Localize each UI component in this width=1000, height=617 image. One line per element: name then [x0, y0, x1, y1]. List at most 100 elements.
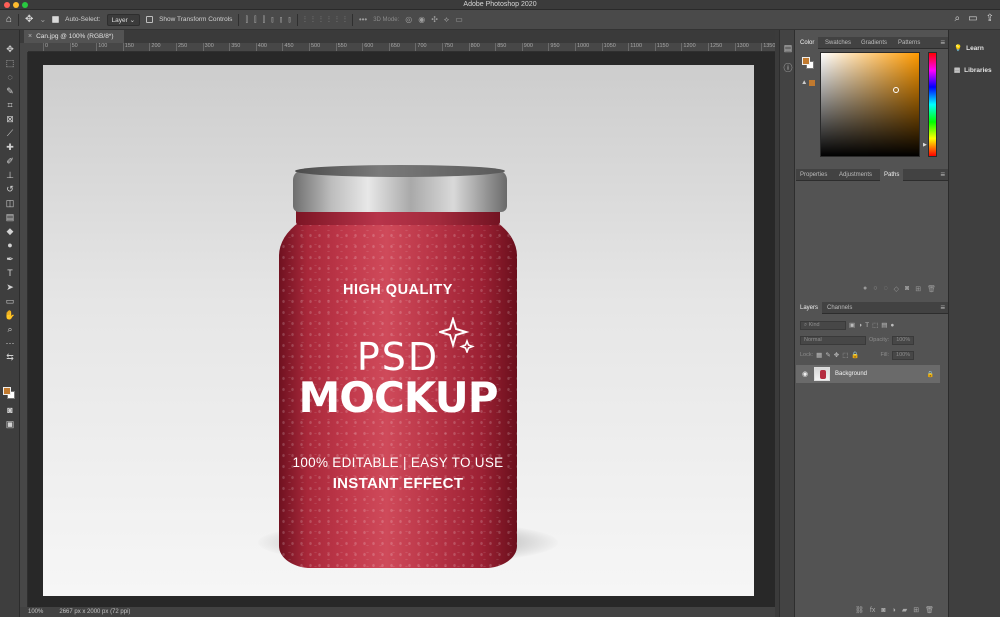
filter-adjustment-icon[interactable]: ◑ — [858, 322, 862, 329]
auto-select-target-dropdown[interactable]: Layer ⌄ — [106, 13, 141, 26]
move-tool-preset-icon[interactable]: ✥ — [25, 14, 33, 25]
quick-mask-icon[interactable]: ◙ — [2, 405, 18, 416]
frame-tool-icon[interactable]: ⊠ — [2, 114, 18, 125]
type-tool-icon[interactable]: T — [2, 268, 18, 279]
lock-all-icon[interactable]: 🔒 — [851, 351, 859, 359]
panel-menu-icon[interactable]: ≡ — [940, 37, 945, 49]
layer-kind-filter[interactable]: ⌕ Kind — [800, 320, 846, 330]
3d-scale-icon[interactable]: ▭ — [455, 15, 463, 24]
hue-slider-arrow-icon[interactable]: ▶ — [923, 142, 927, 148]
dodge-tool-icon[interactable]: ● — [2, 240, 18, 251]
align-left-icon[interactable]: ⫿ — [245, 15, 248, 25]
fill-field[interactable]: 100% — [892, 350, 915, 360]
align-bottom-icon[interactable]: ⫾ — [288, 15, 291, 25]
gamut-warning-icon[interactable]: ▲ — [801, 79, 807, 86]
fill-path-icon[interactable]: ● — [863, 285, 867, 295]
lock-position-icon[interactable]: ✥ — [834, 351, 839, 359]
panel-menu-icon[interactable]: ≡ — [940, 169, 945, 181]
history-icon[interactable]: ▤ — [782, 42, 794, 54]
document-tab[interactable]: × Can.jpg @ 100% (RGB/8*) — [24, 30, 124, 43]
lasso-tool-icon[interactable]: ◌ — [2, 72, 18, 83]
document-dimensions[interactable]: 2667 px x 2000 px (72 ppi) — [59, 609, 130, 615]
close-icon[interactable]: × — [28, 33, 32, 40]
panel-menu-icon[interactable]: ≡ — [940, 302, 945, 314]
align-center-icon[interactable]: ⫿ — [254, 15, 257, 25]
canvas-area[interactable]: HIGH QUALITY PSD MOCKUP 100% EDITABLE | … — [28, 52, 775, 607]
marquee-tool-icon[interactable]: ⬚ — [2, 58, 18, 69]
gamut-color-swatch[interactable] — [809, 80, 815, 86]
visibility-eye-icon[interactable]: ◉ — [801, 370, 809, 378]
tab-color[interactable]: Color — [796, 37, 819, 49]
color-picker-handle[interactable] — [893, 87, 899, 93]
delete-path-icon[interactable]: 🗑 — [927, 285, 936, 295]
3d-orbit-icon[interactable]: ◎ — [405, 15, 412, 24]
history-brush-tool-icon[interactable]: ↺ — [2, 184, 18, 195]
hand-tool-icon[interactable]: ✋ — [2, 310, 18, 321]
swap-colors-icon[interactable]: ⇆ — [2, 352, 18, 363]
tab-channels[interactable]: Channels — [823, 302, 856, 314]
distribute-icon[interactable]: ⫶ — [328, 15, 330, 25]
load-selection-icon[interactable]: ◌ — [883, 285, 887, 295]
filter-pixel-icon[interactable]: ▣ — [849, 321, 855, 329]
search-icon[interactable]: ⌕ — [955, 14, 961, 24]
distribute-icon[interactable]: ⫶ — [344, 15, 346, 25]
blur-tool-icon[interactable]: ◆ — [2, 226, 18, 237]
paths-list[interactable] — [796, 185, 948, 282]
distribute-icon[interactable]: ⫶ — [336, 15, 338, 25]
zoom-tool-icon[interactable]: ⌕ — [2, 324, 18, 335]
new-path-icon[interactable]: ⊞ — [915, 285, 921, 295]
share-icon[interactable]: ⇪ — [986, 14, 994, 24]
adjustment-layer-icon[interactable]: ◑ — [892, 607, 896, 614]
tab-paths[interactable]: Paths — [880, 169, 904, 181]
brush-tool-icon[interactable]: ✐ — [2, 156, 18, 167]
filter-toggle-icon[interactable]: ● — [890, 322, 894, 329]
eyedropper-tool-icon[interactable]: ⟋ — [2, 128, 18, 139]
learn-button[interactable]: 💡 Learn — [954, 41, 984, 55]
3d-pan-icon[interactable]: ✣ — [431, 15, 438, 24]
layer-row[interactable]: ◉ Background 🔒 — [796, 365, 940, 383]
clone-stamp-tool-icon[interactable]: ⊥ — [2, 170, 18, 181]
filter-shape-icon[interactable]: ⬚ — [872, 321, 878, 329]
chevron-down-icon[interactable]: ⌄ — [39, 15, 46, 24]
color-field[interactable] — [820, 52, 920, 157]
healing-brush-tool-icon[interactable]: ✚ — [2, 142, 18, 153]
color-panel-foreground-swatch[interactable] — [802, 57, 810, 65]
add-mask-icon[interactable]: ◙ — [881, 607, 885, 614]
3d-roll-icon[interactable]: ◉ — [418, 15, 425, 24]
horizontal-ruler[interactable]: 0 50 100 150 200 250 300 350 400 450 500 550 600 650 7… — [28, 43, 775, 52]
blend-mode-dropdown[interactable]: Normal — [800, 335, 866, 345]
distribute-icon[interactable]: ⫶ — [312, 15, 314, 25]
align-top-icon[interactable]: ⫾ — [271, 15, 274, 25]
tab-gradients[interactable]: Gradients — [857, 37, 891, 49]
more-options-icon[interactable]: ••• — [359, 15, 367, 24]
filter-smart-object-icon[interactable]: ▤ — [881, 321, 887, 329]
shape-tool-icon[interactable]: ▭ — [2, 296, 18, 307]
tab-layers[interactable]: Layers — [796, 302, 823, 314]
stroke-path-icon[interactable]: ○ — [873, 285, 877, 295]
new-layer-icon[interactable]: ⊞ — [913, 606, 919, 614]
opacity-field[interactable]: 100% — [892, 335, 915, 345]
quick-select-tool-icon[interactable]: ✎ — [2, 86, 18, 97]
tab-swatches[interactable]: Swatches — [821, 37, 855, 49]
foreground-color-swatch[interactable] — [3, 387, 11, 395]
eraser-tool-icon[interactable]: ◫ — [2, 198, 18, 209]
crop-tool-icon[interactable]: ⌗ — [2, 100, 18, 111]
vertical-ruler[interactable] — [20, 52, 28, 607]
info-icon[interactable]: ⓘ — [782, 62, 794, 74]
make-work-path-icon[interactable]: ◇ — [894, 285, 899, 295]
move-tool-icon[interactable]: ✥ — [2, 44, 18, 55]
document-canvas[interactable]: HIGH QUALITY PSD MOCKUP 100% EDITABLE | … — [43, 65, 754, 596]
gradient-tool-icon[interactable]: ▤ — [2, 212, 18, 223]
tab-patterns[interactable]: Patterns — [894, 37, 924, 49]
path-selection-tool-icon[interactable]: ➤ — [2, 282, 18, 293]
new-group-icon[interactable]: ▰ — [902, 606, 907, 614]
lock-transparent-icon[interactable]: ▦ — [816, 351, 822, 359]
lock-image-icon[interactable]: ✎ — [825, 351, 830, 359]
workspace-icon[interactable]: ▭ — [968, 14, 977, 24]
align-right-icon[interactable]: ⫿ — [263, 15, 266, 25]
more-tools-icon[interactable]: ⋯ — [2, 338, 18, 349]
align-middle-icon[interactable]: ⫾ — [280, 15, 283, 25]
3d-slide-icon[interactable]: ⟡ — [444, 15, 449, 25]
distribute-icon[interactable]: ⫶ — [320, 15, 322, 25]
add-mask-icon[interactable]: ◙ — [905, 285, 909, 295]
